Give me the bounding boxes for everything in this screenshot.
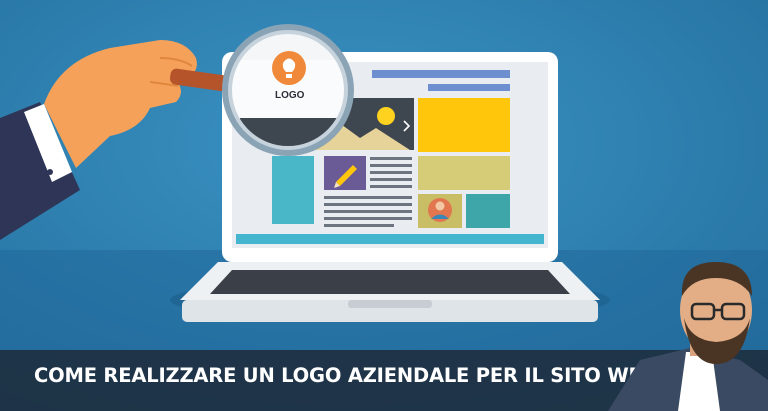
banner-title: COME REALIZZARE UN LOGO AZIENDALE PER IL… bbox=[34, 364, 657, 387]
banner-image: LOGO COME REALIZZARE UN LOGO AZIENDALE P… bbox=[0, 0, 768, 411]
screen-teal-column bbox=[272, 156, 314, 224]
screen-header-bar bbox=[372, 70, 510, 78]
screen-teal-small bbox=[466, 194, 510, 228]
screen-footer-bar bbox=[236, 234, 544, 244]
laptop-base bbox=[180, 262, 600, 322]
screen-yellow-block bbox=[418, 98, 510, 152]
screen-subheader-bar bbox=[428, 84, 510, 91]
avatar-icon bbox=[428, 198, 452, 222]
logo-text: LOGO bbox=[275, 90, 305, 101]
sun-icon bbox=[377, 107, 395, 125]
screen-khaki-block bbox=[418, 156, 510, 190]
